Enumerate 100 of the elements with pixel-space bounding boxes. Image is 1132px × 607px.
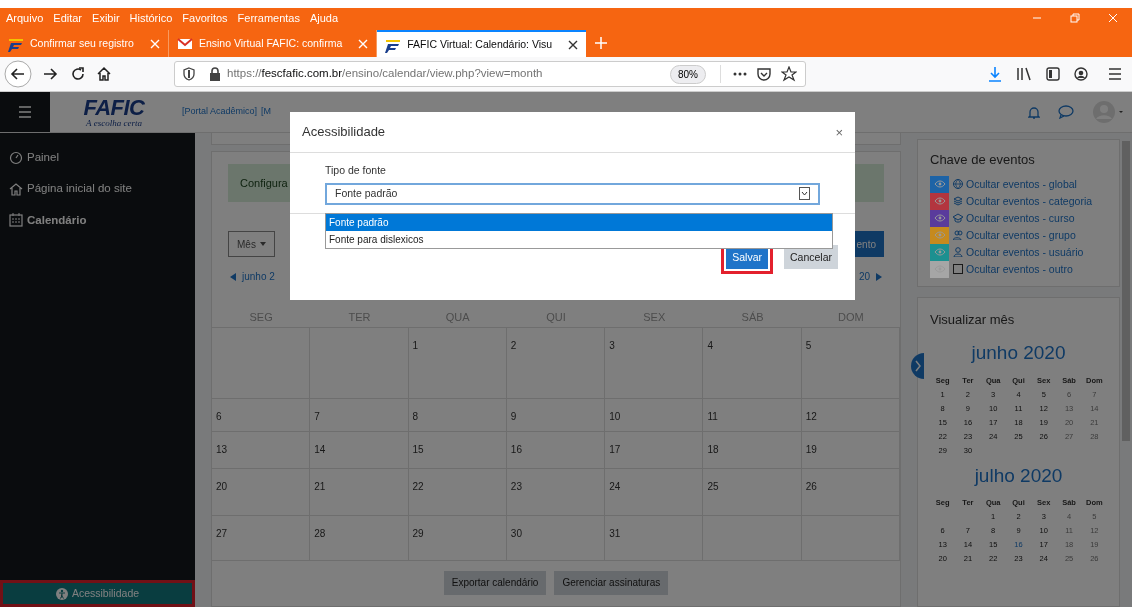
eye-icon	[933, 248, 946, 256]
caret-icon	[259, 242, 266, 246]
header-link[interactable]: [Portal Acadêmico]	[182, 105, 258, 119]
menu-item[interactable]: Ajuda	[309, 9, 339, 27]
sidebar-item[interactable]: Calendário	[9, 211, 195, 229]
day-number: 9	[510, 410, 517, 422]
day-cell[interactable]: 5	[800, 326, 900, 399]
sidebar-item[interactable]: Página inicial do site	[9, 180, 195, 198]
day-number: 5	[805, 339, 812, 351]
card-title: Chave de eventos	[930, 151, 1036, 169]
restore-icon	[1070, 13, 1080, 23]
graduation-cap-icon	[953, 212, 963, 223]
accessibility-button[interactable]: Acessibilidade	[0, 580, 195, 607]
menu-icon[interactable]	[1108, 68, 1122, 80]
eye-icon	[933, 214, 946, 222]
home-icon	[9, 181, 23, 196]
back-icon[interactable]	[4, 60, 32, 88]
user-icon	[953, 246, 963, 257]
day-number: 10	[609, 410, 621, 422]
new-tab-icon[interactable]	[594, 36, 609, 50]
view-select[interactable]: Mês	[228, 231, 275, 257]
eye-icon	[933, 197, 946, 205]
more-icon[interactable]	[733, 72, 747, 76]
calendar-button[interactable]: Gerenciar assinaturas	[554, 570, 669, 595]
library-icon[interactable]	[1016, 67, 1032, 81]
event-key-label[interactable]: Ocultar eventos - global	[966, 175, 1077, 193]
card-title: Visualizar mês	[930, 310, 1016, 329]
day-number: 13	[216, 443, 228, 455]
right-arrow-icon	[876, 272, 882, 281]
eye-icon	[933, 231, 946, 239]
accessibility-icon	[55, 587, 68, 600]
download-icon[interactable]	[988, 66, 1002, 82]
day-number: 24	[609, 480, 621, 492]
day-number: 2	[510, 339, 517, 351]
previous-month-link[interactable]: junho 2	[230, 269, 275, 284]
menu-item[interactable]: Favoritos	[182, 9, 228, 27]
close-icon[interactable]	[568, 39, 579, 50]
day-number: 21	[314, 480, 326, 492]
menu-item[interactable]: Arquivo	[6, 9, 44, 27]
day-number: 18	[707, 443, 719, 455]
eye-toggle[interactable]	[930, 175, 949, 193]
month-title: junho 2020	[970, 341, 1067, 365]
header-link[interactable]: [M	[261, 105, 272, 119]
dropdown-option[interactable]: Fonte padrão	[326, 214, 832, 231]
day-number: 16	[510, 443, 522, 455]
star-icon[interactable]	[781, 66, 797, 82]
modal-title: Acessibilidade	[302, 123, 386, 142]
left-arrow-icon	[230, 272, 236, 281]
drawer-toggle-icon[interactable]	[908, 353, 924, 379]
day-number: 23	[510, 480, 522, 492]
day-number: 14	[314, 443, 326, 455]
sidebar-icon[interactable]	[1046, 67, 1060, 81]
menu-item[interactable]: Histórico	[129, 9, 173, 27]
font-select[interactable]: Fonte padrão	[325, 182, 820, 205]
day-number: 31	[609, 527, 621, 539]
calendar-icon	[9, 213, 23, 228]
globe-icon	[953, 178, 963, 189]
event-key-label[interactable]: Ocultar eventos - categoria	[966, 192, 1093, 210]
day-number: 27	[216, 527, 228, 539]
reload-icon[interactable]	[70, 66, 86, 82]
eye-icon	[933, 180, 946, 188]
bell-icon[interactable]	[1028, 105, 1040, 119]
address-bar[interactable]: https://fescfafic.com.br/ensino/calendar/view.php?view=month 80%	[174, 61, 806, 87]
menu-item[interactable]: Ferramentas	[237, 9, 300, 27]
users-icon	[953, 229, 963, 240]
pocket-icon[interactable]	[757, 67, 771, 81]
checkbox-icon	[953, 263, 963, 274]
next-month-link[interactable]: 20	[858, 269, 882, 284]
browser-tab[interactable]: FAFIC Virtual: Calendário: Visu	[377, 30, 587, 57]
event-key-label[interactable]: Ocultar eventos - curso	[966, 209, 1075, 227]
scrollbar[interactable]	[1122, 141, 1130, 441]
sidebar-item[interactable]: Painel	[9, 149, 195, 167]
menu-item[interactable]: Exibir	[92, 9, 120, 27]
calendar-button[interactable]: Exportar calendário	[443, 570, 547, 595]
mail-icon	[176, 35, 193, 52]
event-key-label[interactable]: Ocultar eventos - outro	[966, 260, 1073, 278]
zoom-badge[interactable]: 80%	[670, 64, 706, 84]
field-label: Tipo de fonte	[325, 163, 387, 178]
day-number: 4	[707, 339, 713, 351]
day-number: 8	[412, 410, 419, 422]
event-key-label[interactable]: Ocultar eventos - grupo	[966, 226, 1076, 244]
account-icon[interactable]	[1074, 67, 1088, 81]
day-number: 30	[510, 527, 522, 539]
chat-icon[interactable]	[1058, 105, 1074, 119]
day-number: 6	[216, 410, 222, 422]
day-number: 19	[805, 443, 817, 455]
close-button[interactable]: ×	[835, 125, 843, 139]
home-icon[interactable]	[96, 66, 112, 82]
gauge-icon	[9, 150, 23, 165]
day-number: 11	[707, 410, 718, 422]
logo[interactable]: FAFIC A escolha certa	[50, 92, 178, 132]
day-number: 7	[314, 410, 320, 422]
day-number: 25	[707, 480, 719, 492]
menu-item[interactable]: Editar	[53, 9, 83, 27]
day-number: 28	[314, 527, 326, 539]
event-key-label[interactable]: Ocultar eventos - usuário	[966, 243, 1084, 261]
day-number: 12	[805, 410, 817, 422]
shield-icon	[183, 67, 195, 81]
day-number: 17	[609, 443, 621, 455]
forward-icon[interactable]	[42, 66, 58, 82]
